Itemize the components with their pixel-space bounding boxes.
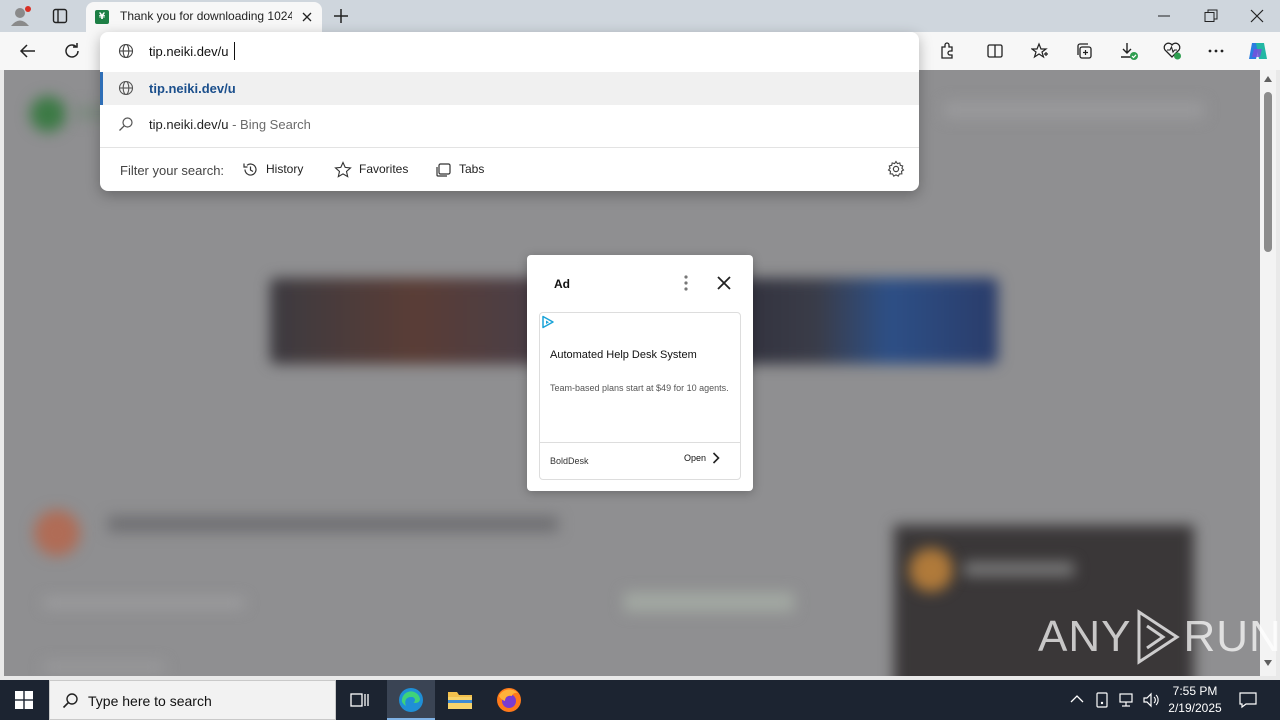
text-caret <box>234 42 235 60</box>
suggestion-search-text: tip.neiki.dev/u - Bing Search <box>149 117 311 132</box>
ad-card-divider <box>540 442 740 443</box>
ad-dialog: Ad Automated Help Desk System Team-based… <box>527 255 753 491</box>
profile-icon[interactable] <box>10 6 32 26</box>
restore-icon[interactable] <box>1204 9 1218 23</box>
site-favicon-icon: ¥ <box>95 10 109 24</box>
back-icon[interactable] <box>14 37 42 65</box>
ad-open-label: Open <box>684 453 707 463</box>
network-icon[interactable] <box>1117 692 1135 708</box>
tab-title: Thank you for downloading 1024 <box>120 9 292 23</box>
ad-open-button[interactable]: Open <box>684 452 720 464</box>
split-screen-icon[interactable] <box>981 37 1009 65</box>
notification-icon[interactable] <box>1239 691 1257 709</box>
copilot-icon[interactable] <box>1244 37 1272 65</box>
more-menu-icon[interactable] <box>1202 37 1230 65</box>
ad-card[interactable]: Automated Help Desk System Team-based pl… <box>539 312 741 480</box>
suggestion-search-suffix: - Bing Search <box>228 117 311 132</box>
ad-label: Ad <box>554 277 570 291</box>
filter-favorites-label: Favorites <box>359 162 409 176</box>
taskbar-search-box[interactable]: Type here to search <box>49 680 336 720</box>
clock-time: 7:55 PM <box>1172 684 1218 698</box>
minimize-icon[interactable] <box>1157 9 1171 23</box>
volume-icon[interactable] <box>1142 692 1160 708</box>
watermark-text-left: ANY <box>1038 612 1132 661</box>
suggestion-url[interactable]: tip.neiki.dev/u <box>100 72 919 105</box>
globe-icon <box>118 43 134 59</box>
taskbar-search-placeholder: Type here to search <box>88 693 212 709</box>
chevron-right-icon <box>712 452 720 464</box>
filter-history[interactable]: History <box>242 158 303 180</box>
downloads-icon[interactable] <box>1115 37 1143 65</box>
tab-actions-icon[interactable] <box>52 8 68 24</box>
filter-tabs-label: Tabs <box>459 162 485 176</box>
taskbar-edge-button[interactable] <box>387 680 435 720</box>
scroll-thumb[interactable] <box>1264 92 1272 252</box>
scroll-up-icon[interactable] <box>1264 76 1272 82</box>
system-clock[interactable]: 7:55 PM 2/19/2025 <box>1160 683 1230 717</box>
dropdown-divider <box>100 147 919 148</box>
search-icon <box>118 116 134 132</box>
edge-icon <box>398 687 424 713</box>
title-bar: ¥ Thank you for downloading 1024 <box>0 0 1280 32</box>
settings-gear-icon[interactable] <box>887 160 905 178</box>
favorites-icon[interactable] <box>1026 37 1054 65</box>
refresh-icon[interactable] <box>58 37 86 65</box>
ad-close-icon[interactable] <box>716 275 732 291</box>
close-window-icon[interactable] <box>1250 9 1264 23</box>
history-icon <box>242 161 259 178</box>
search-icon <box>62 692 79 709</box>
suggestion-search-query: tip.neiki.dev/u <box>149 117 229 132</box>
watermark-play-icon <box>1133 608 1181 666</box>
suggestion-url-text: tip.neiki.dev/u <box>149 81 236 96</box>
star-icon <box>334 160 352 178</box>
ad-title: Automated Help Desk System <box>550 349 697 361</box>
suggestion-bing-search[interactable]: tip.neiki.dev/u - Bing Search <box>100 108 919 140</box>
globe-icon <box>118 80 134 96</box>
tabs-icon <box>435 161 452 178</box>
ad-brand: BoldDesk <box>550 456 589 466</box>
chevron-up-icon[interactable] <box>1070 693 1084 705</box>
new-tab-icon[interactable] <box>332 7 350 25</box>
adchoices-icon[interactable] <box>541 315 555 329</box>
address-input[interactable]: tip.neiki.dev/u <box>149 44 229 59</box>
active-tab[interactable]: ¥ Thank you for downloading 1024 <box>86 2 322 32</box>
address-bar-dropdown: tip.neiki.dev/u tip.neiki.dev/u tip.neik… <box>100 32 919 191</box>
clock-date: 2/19/2025 <box>1168 701 1222 715</box>
filter-history-label: History <box>266 162 304 176</box>
ad-description: Team-based plans start at $49 for 10 age… <box>550 383 729 393</box>
filter-label: Filter your search: <box>120 163 225 178</box>
filter-tabs[interactable]: Tabs <box>435 158 484 180</box>
collections-icon[interactable] <box>1070 37 1098 65</box>
watermark-text-right: RUN <box>1183 612 1280 661</box>
ad-options-icon[interactable] <box>679 274 693 292</box>
performance-icon[interactable] <box>1158 37 1186 65</box>
tab-close-icon[interactable] <box>298 8 316 26</box>
windows-taskbar: Type here to search 7:55 PM 2/19/2025 <box>0 680 1280 720</box>
device-icon[interactable] <box>1095 692 1109 708</box>
file-explorer-icon[interactable] <box>447 688 473 712</box>
firefox-icon[interactable] <box>496 687 522 713</box>
extensions-icon[interactable] <box>933 37 961 65</box>
windows-start-icon[interactable] <box>15 691 33 709</box>
task-view-icon[interactable] <box>350 691 370 709</box>
filter-favorites[interactable]: Favorites <box>334 158 408 180</box>
anyrun-watermark: ANY RUN <box>1038 608 1280 666</box>
